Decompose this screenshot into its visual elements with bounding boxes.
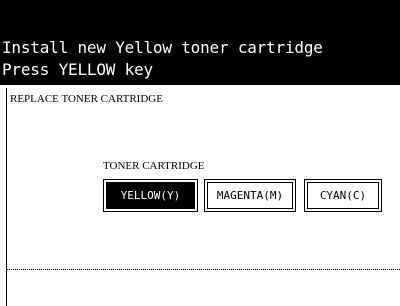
yellow-button-label: YELLOW(Y): [106, 182, 195, 209]
toner-cartridge-label: TONER CARTRIDGE: [103, 160, 205, 172]
panel-title: REPLACE TONER CARTRIDGE: [10, 93, 163, 105]
yellow-button[interactable]: YELLOW(Y): [103, 179, 198, 212]
cyan-button-label: CYAN(C): [307, 182, 379, 209]
magenta-button[interactable]: MAGENTA(M): [204, 179, 296, 212]
magenta-button-label: MAGENTA(M): [207, 182, 293, 209]
message-bar: Install new Yellow toner cartridge Press…: [0, 0, 400, 85]
cyan-button[interactable]: CYAN(C): [304, 179, 382, 212]
message-line-install: Install new Yellow toner cartridge: [2, 38, 323, 57]
message-line-press-key: Press YELLOW key: [2, 60, 153, 79]
printer-panel-screen: Install new Yellow toner cartridge Press…: [0, 0, 400, 306]
dotted-divider: [7, 269, 400, 270]
